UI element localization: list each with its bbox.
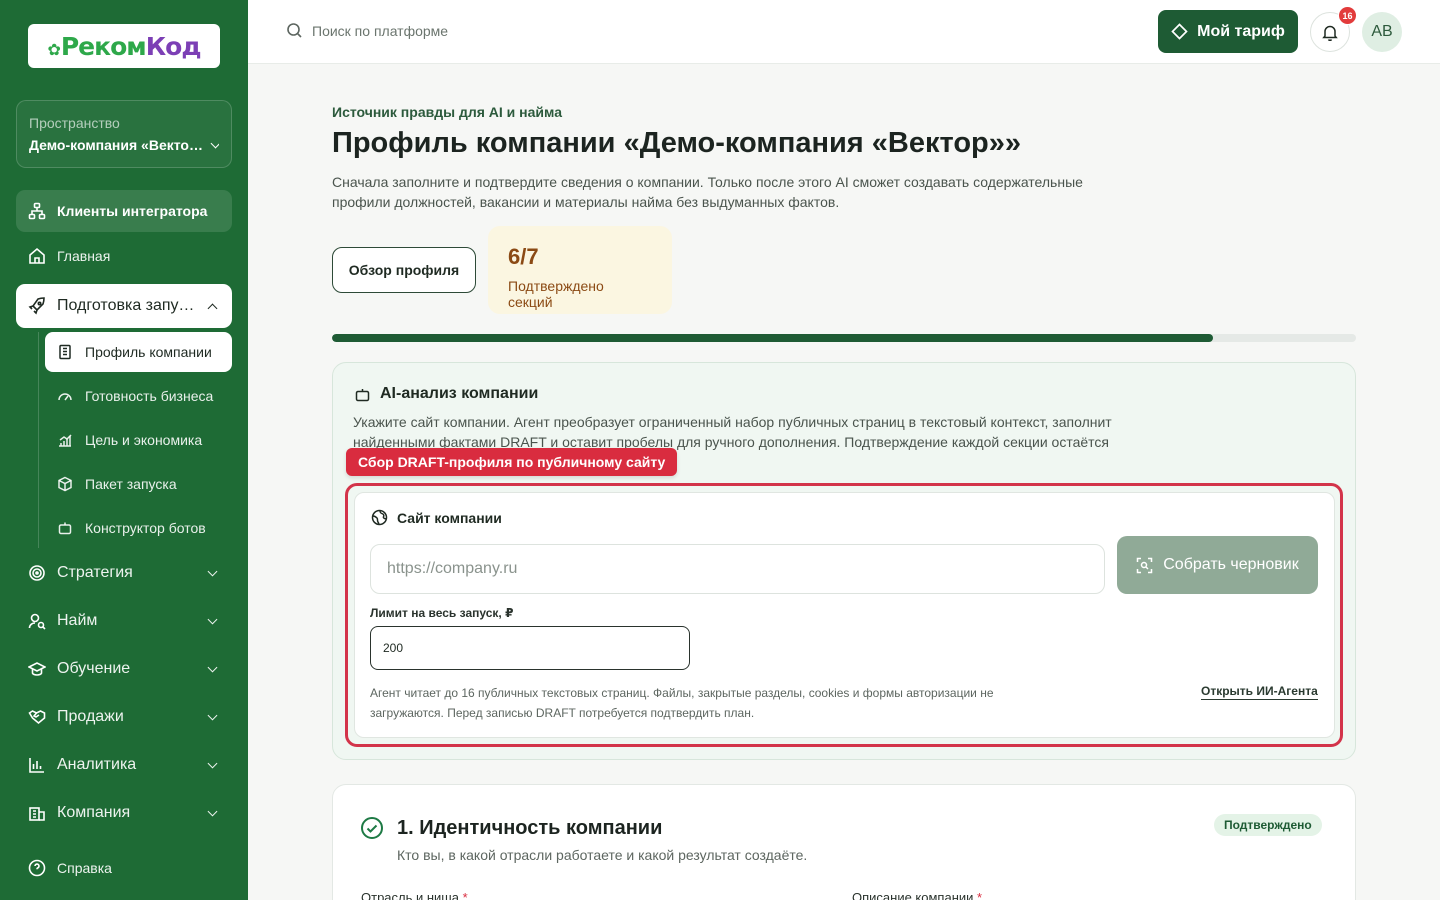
chevron-down-icon: [207, 566, 218, 576]
required-marker: *: [977, 890, 983, 900]
search-placeholder: Поиск по платформе: [312, 22, 449, 39]
sidebar-item-launch-prep[interactable]: Подготовка запуска: [16, 284, 232, 328]
globe-icon: [371, 509, 388, 526]
bot-icon: [354, 386, 371, 403]
ai-analysis-title: AI-анализ компании: [354, 385, 538, 403]
sidebar-subitem-launch-package[interactable]: Пакет запуска: [45, 464, 232, 504]
my-plan-button[interactable]: Мой тариф: [1158, 10, 1298, 53]
home-icon: [28, 247, 46, 265]
sidebar-item-training[interactable]: Обучение: [16, 649, 232, 689]
workspace-label: Пространство: [29, 115, 120, 131]
target-icon: [28, 564, 46, 582]
sidebar-item-hiring[interactable]: Найм: [16, 601, 232, 641]
sidebar-item-home[interactable]: Главная: [16, 236, 232, 276]
logo[interactable]: ✿РекомКод: [28, 24, 220, 68]
page-description: Сначала заполните и подтвердите сведения…: [332, 174, 1083, 210]
building-icon: [57, 344, 73, 360]
notifications-count-badge: 16: [1338, 6, 1357, 25]
description-field-label: Описание компании *: [852, 890, 982, 900]
bar-chart-icon: [28, 756, 46, 774]
chevron-down-icon: [207, 614, 218, 624]
chevron-down-icon: [207, 806, 218, 816]
package-icon: [57, 476, 73, 492]
search-bar[interactable]: Поиск по платформе: [286, 22, 448, 39]
identity-section-title: 1. Идентичность компании: [360, 816, 662, 840]
company-site-title: Сайт компании: [371, 509, 502, 526]
avatar[interactable]: AB: [1362, 12, 1402, 52]
workspace-selector[interactable]: Пространство Демо-компания «Вектор»: [16, 100, 232, 168]
chevron-down-icon: [207, 710, 218, 720]
chevron-up-icon: [207, 303, 218, 313]
page-eyebrow: Источник правды для AI и найма: [332, 104, 562, 120]
help-circle-icon: [28, 859, 46, 877]
logo-text: ✿РекомКод: [47, 31, 201, 61]
hierarchy-icon: [28, 202, 46, 220]
stat-label: Подтверждено секций: [508, 278, 604, 310]
check-circle-icon: [360, 816, 384, 840]
chart-growth-icon: [57, 432, 73, 448]
chevron-down-icon: [207, 662, 218, 672]
scan-icon: [1136, 557, 1153, 574]
topbar: Поиск по платформе Мой тариф 16 AB: [248, 0, 1440, 64]
workspace-name: Демо-компания «Вектор»: [29, 137, 219, 153]
required-marker: *: [462, 890, 468, 900]
sidebar-item-strategy[interactable]: Стратегия: [16, 553, 232, 593]
stat-value: 6/7: [508, 244, 539, 269]
identity-section-subtitle: Кто вы, в какой отрасли работаете и како…: [397, 847, 808, 863]
user-search-icon: [28, 612, 46, 630]
search-icon: [286, 22, 303, 39]
chevron-down-icon: [210, 138, 219, 148]
sidebar-item-help[interactable]: Справка: [16, 848, 232, 888]
bot-icon: [57, 520, 73, 536]
handshake-icon: [28, 708, 46, 726]
leaf-icon: ✿: [47, 39, 60, 59]
sidebar-item-clients[interactable]: Клиенты интегратора: [16, 190, 232, 232]
company-url-input[interactable]: [370, 544, 1105, 594]
graduation-cap-icon: [28, 660, 46, 678]
sidebar-subitem-business-readiness[interactable]: Готовность бизнеса: [45, 376, 232, 416]
sidebar-subitem-bot-builder[interactable]: Конструктор ботов: [45, 508, 232, 548]
identity-section-card: [332, 784, 1356, 900]
sidebar-item-sales[interactable]: Продажи: [16, 697, 232, 737]
chevron-down-icon: [207, 758, 218, 768]
highlight-tag: Сбор DRAFT-профиля по публичному сайту: [346, 448, 678, 476]
confirmed-sections-stat: 6/7 Подтверждено секций: [488, 226, 672, 314]
bell-icon: [1322, 24, 1338, 41]
submenu-line: [38, 332, 39, 548]
launch-limit-input[interactable]: [370, 626, 690, 670]
sidebar-subitem-company-profile[interactable]: Профиль компании: [45, 332, 232, 372]
profile-overview-button[interactable]: Обзор профиля: [332, 247, 476, 293]
agent-hint-text: Агент читает до 16 публичных текстовых с…: [370, 686, 994, 720]
status-badge: Подтверждено: [1214, 814, 1322, 836]
industry-field-label: Отрасль и ниша *: [361, 890, 468, 900]
gauge-icon: [57, 388, 73, 404]
open-ai-agent-link[interactable]: Открыть ИИ-Агента: [1201, 684, 1318, 700]
launch-limit-label: Лимит на весь запуск, ₽: [370, 606, 514, 620]
page-title: Профиль компании «Демо-компания «Вектор»…: [332, 127, 1022, 159]
sidebar-subitem-goal-economics[interactable]: Цель и экономика: [45, 420, 232, 460]
profile-progress-bar: [332, 334, 1356, 342]
sidebar-item-analytics[interactable]: Аналитика: [16, 745, 232, 785]
collect-draft-button[interactable]: Собрать черновик: [1117, 536, 1318, 594]
progress-fill: [332, 334, 1213, 342]
ai-analysis-description: Укажите сайт компании. Агент преобразует…: [353, 414, 1112, 450]
diamond-icon: [1171, 23, 1188, 40]
rocket-icon: [28, 297, 46, 315]
sidebar-item-company[interactable]: Компания: [16, 793, 232, 833]
office-icon: [28, 804, 46, 822]
